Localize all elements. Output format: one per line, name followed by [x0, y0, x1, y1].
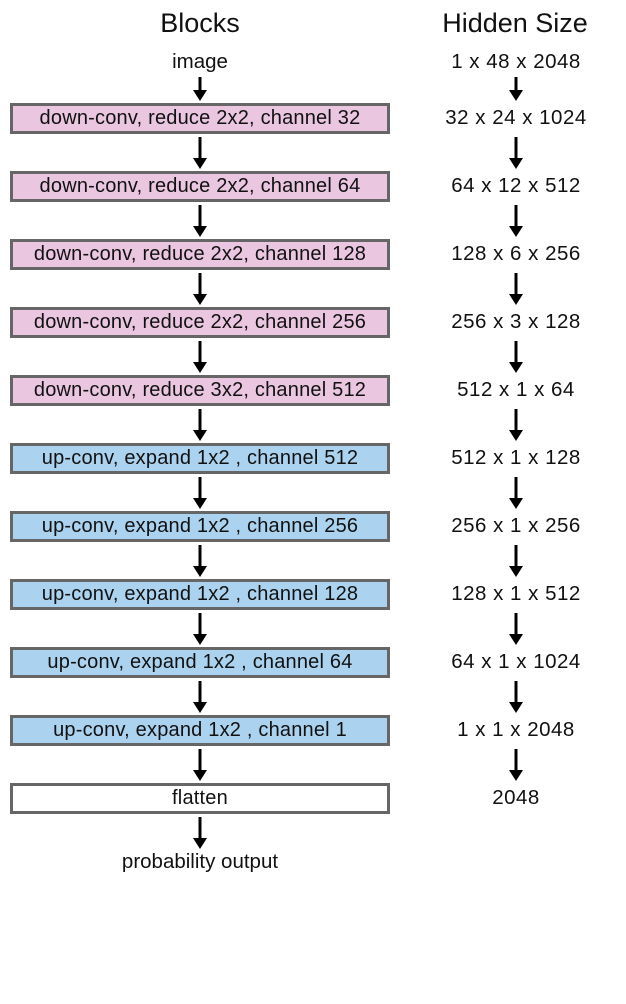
up-conv-block: up-conv, expand 1x2 , channel 1: [10, 715, 390, 746]
block-row: down-conv, reduce 3x2, channel 512 512 x…: [0, 375, 626, 443]
arrow-right: [406, 474, 626, 511]
down-arrow-icon: [506, 136, 526, 170]
arrow-right: [406, 610, 626, 647]
hidden-size-value: 32 x 24 x 1024: [445, 107, 587, 130]
down-arrow-icon: [190, 816, 210, 850]
down-arrow-icon: [506, 272, 526, 306]
block-row: flatten 2048: [0, 783, 626, 851]
arrow-left: [0, 542, 400, 579]
hidden-size-value: 512 x 1 x 64: [457, 379, 575, 402]
arrow-left: [0, 814, 400, 851]
up-conv-block: up-conv, expand 1x2 , channel 256: [10, 511, 390, 542]
arrow-right: [406, 542, 626, 579]
arrow-right: [406, 270, 626, 307]
arrow-left: [0, 610, 400, 647]
block-row: up-conv, expand 1x2 , channel 64 64 x 1 …: [0, 647, 626, 715]
down-arrow-icon: [190, 272, 210, 306]
down-conv-block: down-conv, reduce 2x2, channel 64: [10, 171, 390, 202]
down-arrow-icon: [506, 748, 526, 782]
arrow-right: [406, 678, 626, 715]
block-row: down-conv, reduce 2x2, channel 256 256 x…: [0, 307, 626, 375]
header-hidden: Hidden Size: [400, 8, 626, 39]
arrow-hidden-input: [406, 75, 626, 103]
input-row: image 1 x 48 x 2048: [0, 49, 626, 103]
block-row: up-conv, expand 1x2 , channel 256 256 x …: [0, 511, 626, 579]
hidden-size-value: 128 x 1 x 512: [451, 583, 581, 606]
down-arrow-icon: [190, 544, 210, 578]
arrow-right: [406, 406, 626, 443]
arrow-right: [406, 746, 626, 783]
header-row: Blocks Hidden Size: [0, 0, 626, 49]
down-arrow-icon: [506, 76, 526, 102]
hidden-size-value: 1 x 1 x 2048: [457, 719, 575, 742]
down-arrow-icon: [190, 612, 210, 646]
down-arrow-icon: [506, 680, 526, 714]
hidden-size-value: 512 x 1 x 128: [451, 447, 581, 470]
block-row: up-conv, expand 1x2 , channel 128 128 x …: [0, 579, 626, 647]
flatten-block: flatten: [10, 783, 390, 814]
arrow-left: [0, 678, 400, 715]
arrow-input: [0, 75, 400, 103]
down-arrow-icon: [506, 204, 526, 238]
down-arrow-icon: [190, 136, 210, 170]
block-row: down-conv, reduce 2x2, channel 128 128 x…: [0, 239, 626, 307]
arrow-right: [406, 202, 626, 239]
down-arrow-icon: [190, 680, 210, 714]
down-arrow-icon: [190, 408, 210, 442]
header-blocks: Blocks: [0, 8, 400, 39]
down-arrow-icon: [506, 408, 526, 442]
down-arrow-icon: [190, 748, 210, 782]
block-row: up-conv, expand 1x2 , channel 512 512 x …: [0, 443, 626, 511]
output-row: probability output: [0, 851, 626, 874]
arrow-right: [406, 134, 626, 171]
down-arrow-icon: [506, 612, 526, 646]
down-conv-block: down-conv, reduce 2x2, channel 32: [10, 103, 390, 134]
down-arrow-icon: [506, 340, 526, 374]
down-arrow-icon: [190, 476, 210, 510]
down-arrow-icon: [190, 76, 210, 102]
hidden-size-value: 256 x 3 x 128: [451, 311, 581, 334]
arrow-left: [0, 406, 400, 443]
arrow-right: [406, 338, 626, 375]
block-row: down-conv, reduce 2x2, channel 32 32 x 2…: [0, 103, 626, 171]
hidden-size-value: 2048: [492, 787, 540, 810]
block-row: down-conv, reduce 2x2, channel 64 64 x 1…: [0, 171, 626, 239]
hidden-size-value: 64 x 1 x 1024: [451, 651, 581, 674]
down-conv-block: down-conv, reduce 3x2, channel 512: [10, 375, 390, 406]
arrow-left: [0, 474, 400, 511]
input-hidden-size: 1 x 48 x 2048: [451, 51, 581, 74]
up-conv-block: up-conv, expand 1x2 , channel 64: [10, 647, 390, 678]
down-conv-block: down-conv, reduce 2x2, channel 128: [10, 239, 390, 270]
down-arrow-icon: [506, 544, 526, 578]
down-arrow-icon: [190, 204, 210, 238]
hidden-size-value: 64 x 12 x 512: [451, 175, 581, 198]
arrow-left: [0, 338, 400, 375]
arrow-left: [0, 134, 400, 171]
down-arrow-icon: [506, 476, 526, 510]
hidden-size-value: 256 x 1 x 256: [451, 515, 581, 538]
input-label: image: [172, 51, 228, 74]
hidden-size-value: 128 x 6 x 256: [451, 243, 581, 266]
down-conv-block: down-conv, reduce 2x2, channel 256: [10, 307, 390, 338]
output-label: probability output: [122, 851, 278, 874]
arrow-left: [0, 270, 400, 307]
up-conv-block: up-conv, expand 1x2 , channel 128: [10, 579, 390, 610]
block-row: up-conv, expand 1x2 , channel 1 1 x 1 x …: [0, 715, 626, 783]
arrow-left: [0, 746, 400, 783]
down-arrow-icon: [190, 340, 210, 374]
arrow-left: [0, 202, 400, 239]
up-conv-block: up-conv, expand 1x2 , channel 512: [10, 443, 390, 474]
diagram-container: Blocks Hidden Size image 1 x 48 x 2048: [0, 0, 626, 874]
